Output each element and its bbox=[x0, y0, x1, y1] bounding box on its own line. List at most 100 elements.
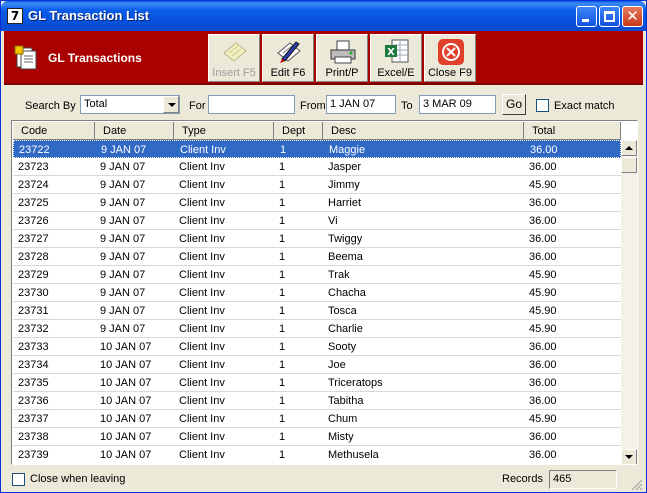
minimize-button[interactable] bbox=[576, 6, 597, 27]
cell-desc: Trak bbox=[328, 269, 350, 281]
cell-code: 23724 bbox=[18, 179, 49, 191]
cell-total: 45.90 bbox=[529, 413, 557, 425]
cell-date: 9 JAN 07 bbox=[101, 144, 147, 156]
go-button[interactable]: Go bbox=[502, 94, 526, 115]
close-when-leaving-checkbox[interactable] bbox=[12, 473, 25, 486]
table-row[interactable]: 23738 10 JAN 07 Client Inv 1 Misty 36.00 bbox=[13, 428, 621, 446]
search-by-select[interactable]: Total bbox=[80, 95, 180, 114]
maximize-button[interactable] bbox=[599, 6, 620, 27]
cell-dept: 1 bbox=[279, 449, 286, 461]
cell-dept: 1 bbox=[279, 287, 286, 299]
table-row[interactable]: 23726 9 JAN 07 Client Inv 1 Vi 36.00 bbox=[13, 212, 621, 230]
cell-type: Client Inv bbox=[179, 377, 225, 389]
scroll-down-button[interactable] bbox=[621, 449, 637, 464]
cell-desc: Harriet bbox=[328, 197, 362, 209]
for-input[interactable] bbox=[208, 95, 295, 114]
column-header-date[interactable]: Date bbox=[95, 122, 174, 140]
exact-match-checkbox[interactable] bbox=[536, 99, 549, 112]
print-button[interactable]: Print/P bbox=[316, 34, 368, 82]
scroll-thumb[interactable] bbox=[621, 157, 637, 173]
insert-button[interactable]: Insert F5 bbox=[208, 34, 260, 82]
table-header: Code Date Type Dept Desc Total bbox=[13, 122, 621, 140]
cell-date: 9 JAN 07 bbox=[100, 197, 146, 209]
cell-date: 10 JAN 07 bbox=[100, 431, 152, 443]
cell-date: 9 JAN 07 bbox=[100, 179, 146, 191]
column-header-dept[interactable]: Dept bbox=[274, 122, 323, 140]
cell-desc: Sooty bbox=[328, 341, 357, 353]
cell-desc: Chum bbox=[328, 413, 358, 425]
cell-date: 10 JAN 07 bbox=[100, 395, 152, 407]
title-bar[interactable]: 7 GL Transaction List ✕ bbox=[1, 1, 646, 31]
records-count: 465 bbox=[549, 470, 617, 489]
cell-desc: Misty bbox=[328, 431, 354, 443]
table-row[interactable]: 23733 10 JAN 07 Client Inv 1 Sooty 36.00 bbox=[13, 338, 621, 356]
table-row[interactable]: 23729 9 JAN 07 Client Inv 1 Trak 45.90 bbox=[13, 266, 621, 284]
table-row[interactable]: 23734 10 JAN 07 Client Inv 1 Joe 36.00 bbox=[13, 356, 621, 374]
table-row[interactable]: 23737 10 JAN 07 Client Inv 1 Chum 45.90 bbox=[13, 410, 621, 428]
cell-date: 10 JAN 07 bbox=[100, 359, 152, 371]
cell-code: 23738 bbox=[18, 431, 49, 443]
gl-transaction-list-window: 7 GL Transaction List ✕ GL Transactions … bbox=[0, 0, 647, 493]
table-row[interactable]: 23727 9 JAN 07 Client Inv 1 Twiggy 36.00 bbox=[13, 230, 621, 248]
cell-total: 36.00 bbox=[529, 197, 557, 209]
cell-type: Client Inv bbox=[179, 287, 225, 299]
cell-type: Client Inv bbox=[179, 161, 225, 173]
cell-desc: Beema bbox=[328, 251, 363, 263]
transactions-table: Code Date Type Dept Desc Total 23722 9 JA… bbox=[11, 120, 638, 465]
table-row[interactable]: 23732 9 JAN 07 Client Inv 1 Charlie 45.90 bbox=[13, 320, 621, 338]
cell-desc: Maggie bbox=[329, 144, 366, 156]
for-label: For bbox=[189, 100, 206, 112]
cell-desc: Triceratops bbox=[328, 377, 383, 389]
table-row[interactable]: 23724 9 JAN 07 Client Inv 1 Jimmy 45.90 bbox=[13, 176, 621, 194]
cell-desc: Jasper bbox=[328, 161, 362, 173]
cell-dept: 1 bbox=[279, 359, 286, 371]
search-by-value: Total bbox=[84, 98, 108, 110]
table-row[interactable]: 23722 9 JAN 07 Client Inv 1 Maggie 36.00 bbox=[13, 140, 621, 158]
cell-total: 45.90 bbox=[529, 287, 557, 299]
table-row[interactable]: 23728 9 JAN 07 Client Inv 1 Beema 36.00 bbox=[13, 248, 621, 266]
close-button[interactable]: Close F9 bbox=[424, 34, 476, 82]
cell-code: 23735 bbox=[18, 377, 49, 389]
scroll-up-button[interactable] bbox=[621, 140, 637, 156]
table-row[interactable]: 23731 9 JAN 07 Client Inv 1 Tosca 45.90 bbox=[13, 302, 621, 320]
chevron-down-icon[interactable] bbox=[163, 96, 179, 113]
column-header-desc[interactable]: Desc bbox=[323, 122, 524, 140]
cell-dept: 1 bbox=[279, 413, 286, 425]
column-header-code[interactable]: Code bbox=[13, 122, 95, 140]
column-header-type[interactable]: Type bbox=[174, 122, 274, 140]
cell-desc: Chacha bbox=[328, 287, 366, 299]
cell-code: 23723 bbox=[18, 161, 49, 173]
app-icon[interactable]: 7 bbox=[7, 8, 23, 24]
cell-desc: Joe bbox=[328, 359, 346, 371]
to-date-input[interactable]: 3 MAR 09 bbox=[419, 95, 496, 114]
cell-total: 36.00 bbox=[529, 449, 557, 461]
to-label: To bbox=[401, 100, 413, 112]
cell-date: 10 JAN 07 bbox=[100, 449, 152, 461]
close-window-button[interactable]: ✕ bbox=[622, 6, 643, 27]
table-row[interactable]: 23735 10 JAN 07 Client Inv 1 Triceratops 36.0… bbox=[13, 374, 621, 392]
print-button-label: Print/P bbox=[325, 67, 359, 79]
table-row[interactable]: 23723 9 JAN 07 Client Inv 1 Jasper 36.00 bbox=[13, 158, 621, 176]
table-row[interactable]: 23725 9 JAN 07 Client Inv 1 Harriet 36.00 bbox=[13, 194, 621, 212]
excel-button[interactable]: X Excel/E bbox=[370, 34, 422, 82]
cell-type: Client Inv bbox=[179, 179, 225, 191]
header-band: GL Transactions Insert F5 Edit F6 Print/… bbox=[4, 31, 643, 85]
vertical-scrollbar[interactable] bbox=[621, 140, 637, 464]
excel-icon: X bbox=[385, 39, 409, 63]
cell-code: 23734 bbox=[18, 359, 49, 371]
svg-text:X: X bbox=[387, 47, 395, 58]
cell-type: Client Inv bbox=[179, 323, 225, 335]
edit-button[interactable]: Edit F6 bbox=[262, 34, 314, 82]
cell-type: Client Inv bbox=[179, 359, 225, 371]
cell-type: Client Inv bbox=[179, 251, 225, 263]
cell-date: 9 JAN 07 bbox=[100, 323, 146, 335]
resize-grip-icon[interactable] bbox=[629, 477, 643, 491]
cell-total: 36.00 bbox=[529, 215, 557, 227]
table-row[interactable]: 23736 10 JAN 07 Client Inv 1 Tabitha 36.00 bbox=[13, 392, 621, 410]
excel-button-label: Excel/E bbox=[377, 67, 415, 79]
column-header-total[interactable]: Total bbox=[524, 122, 621, 140]
from-date-input[interactable]: 1 JAN 07 bbox=[326, 95, 396, 114]
close-when-leaving-label: Close when leaving bbox=[30, 473, 126, 485]
table-row[interactable]: 23739 10 JAN 07 Client Inv 1 Methusela 36.00 bbox=[13, 446, 621, 463]
table-row[interactable]: 23730 9 JAN 07 Client Inv 1 Chacha 45.90 bbox=[13, 284, 621, 302]
